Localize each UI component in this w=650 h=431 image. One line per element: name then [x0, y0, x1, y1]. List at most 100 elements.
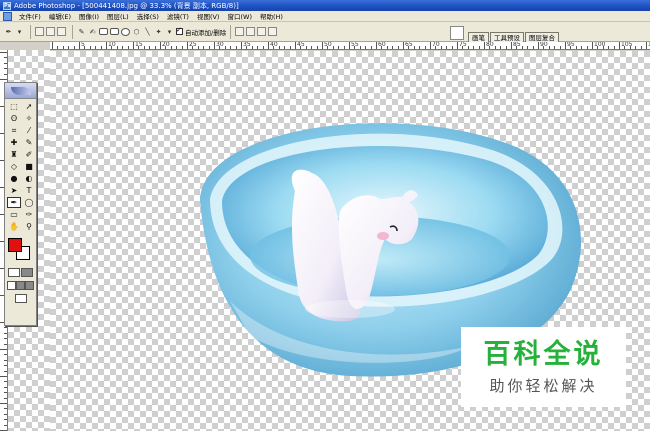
ruler-tick	[4, 354, 7, 356]
ruler-tick	[359, 46, 361, 49]
blur-tool-icon[interactable]: ●	[7, 173, 21, 184]
menu-edit[interactable]: 编辑(E)	[45, 11, 75, 21]
gradient-tool-icon[interactable]: ■	[22, 161, 36, 172]
freeform-pen-icon[interactable]: ✍	[88, 26, 97, 38]
auto-add-delete-checkbox[interactable]	[176, 26, 183, 35]
tab-tool-presets[interactable]: 工具预设	[490, 32, 524, 42]
zoom-tool-icon[interactable]: ⚲	[22, 221, 36, 232]
ruler-tick	[376, 42, 377, 49]
ruler-tick	[554, 46, 556, 49]
marquee-tool-icon[interactable]: ⬚	[7, 101, 21, 112]
eraser-tool-icon[interactable]: ◇	[7, 161, 21, 172]
menu-help[interactable]: 帮助(H)	[256, 11, 287, 21]
menu-layer[interactable]: 图层(L)	[103, 11, 133, 21]
document-control-icon[interactable]	[3, 11, 12, 21]
magic-wand-tool-icon[interactable]: ✧	[22, 113, 36, 124]
ruler-tick	[635, 46, 637, 49]
crop-tool-icon[interactable]: ⌗	[7, 125, 21, 136]
toolbox-header[interactable]	[5, 83, 36, 99]
menu-view[interactable]: 视图(V)	[193, 11, 224, 21]
ruler-tick	[511, 42, 512, 49]
watermark-title: 百科全说	[483, 338, 604, 370]
menu-select[interactable]: 选择(S)	[133, 11, 163, 21]
geometry-options-icon[interactable]: ▾	[165, 26, 174, 38]
quick-mask-mode-icon[interactable]	[21, 268, 34, 277]
menu-file[interactable]: 文件(F)	[15, 11, 45, 21]
dodge-tool-icon[interactable]: ◐	[22, 173, 36, 184]
shape-layers-icon[interactable]	[35, 27, 44, 36]
healing-brush-tool-icon[interactable]: ✚	[7, 137, 21, 148]
slice-tool-icon[interactable]: ⁄	[22, 125, 36, 136]
ruler-tick	[457, 42, 458, 49]
ruler-tick	[4, 370, 7, 372]
menu-window[interactable]: 窗口(W)	[223, 11, 256, 21]
clone-stamp-tool-icon[interactable]: ♜	[7, 149, 21, 160]
ruler-tick	[127, 46, 129, 49]
standard-mode-icon[interactable]	[7, 268, 20, 277]
tab-layer-comps[interactable]: 图层复合	[525, 32, 559, 42]
ruler-tick	[500, 46, 502, 49]
file-browser-icon[interactable]	[450, 26, 464, 40]
path-exclude-icon[interactable]	[268, 27, 278, 36]
ruler-tick	[608, 46, 610, 49]
ellipse-tool-icon[interactable]	[121, 27, 130, 36]
ruler-tick	[57, 46, 59, 49]
type-tool-icon[interactable]: T	[22, 185, 36, 196]
ruler-tick	[0, 376, 7, 377]
ruler-tick	[4, 332, 7, 334]
rectangle-tool-icon[interactable]	[99, 28, 108, 35]
ruler-tick	[289, 46, 291, 49]
ruler-tick	[4, 359, 7, 361]
ruler-tick	[4, 57, 7, 59]
custom-shape-tool-icon[interactable]: ✦	[154, 26, 163, 38]
line-tool-icon[interactable]: ╲	[143, 26, 152, 38]
ruler-tick	[494, 46, 496, 49]
screen-mode-full-icon[interactable]	[25, 281, 34, 290]
eyedropper-tool-icon[interactable]: ✑	[22, 209, 36, 220]
rounded-rectangle-tool-icon[interactable]	[110, 28, 119, 35]
ruler-tick	[338, 46, 340, 49]
ruler-label: 105	[621, 42, 633, 48]
foreground-color-swatch[interactable]	[8, 238, 22, 252]
ruler-tick	[311, 46, 313, 49]
hand-tool-icon[interactable]: ✋	[7, 221, 21, 232]
pen-icon[interactable]: ✎	[77, 26, 86, 38]
fill-pixels-icon[interactable]	[57, 27, 66, 36]
ruler-label: 75	[459, 42, 467, 48]
menu-image[interactable]: 图像(I)	[75, 11, 103, 21]
shape-tool-icon[interactable]: ◯	[22, 197, 36, 208]
ruler-tick	[4, 397, 7, 399]
tab-brushes[interactable]: 画笔	[468, 32, 489, 42]
screen-mode-full-menu-icon[interactable]	[16, 281, 25, 290]
paths-icon[interactable]	[46, 27, 55, 36]
ruler-tick	[4, 386, 7, 388]
brush-tool-icon[interactable]: ✎	[22, 137, 36, 148]
notes-tool-icon[interactable]: ▭	[7, 209, 21, 220]
ruler-tick	[106, 42, 107, 49]
screen-mode-standard-icon[interactable]	[7, 281, 16, 290]
menu-filter[interactable]: 滤镜(T)	[163, 11, 193, 21]
pen-tool-active-icon[interactable]: ✒	[7, 197, 21, 208]
lasso-tool-icon[interactable]: ʘ	[7, 113, 21, 124]
ruler-tick	[305, 46, 307, 49]
ruler-tick	[505, 46, 507, 49]
ruler-tick	[430, 42, 431, 49]
jump-to-imageready-icon[interactable]	[14, 294, 27, 303]
path-combine-icon[interactable]	[235, 27, 245, 36]
dropdown-arrow-icon[interactable]: ▾	[15, 26, 24, 38]
move-tool-icon[interactable]: ➚	[22, 101, 36, 112]
polygon-tool-icon[interactable]: ⬡	[132, 26, 141, 38]
ruler-label: 15	[135, 42, 143, 48]
path-subtract-icon[interactable]	[246, 27, 256, 36]
ruler-tick	[316, 46, 318, 49]
path-intersect-icon[interactable]	[257, 27, 267, 36]
document-canvas[interactable]: 百科全说 助你轻松解决	[50, 51, 650, 431]
ruler-tick	[262, 46, 264, 49]
ruler-tick	[284, 46, 286, 49]
ruler-tick	[181, 46, 183, 49]
ruler-tick	[4, 68, 7, 70]
path-selection-tool-icon[interactable]: ➤	[7, 185, 21, 196]
ruler-tick	[467, 46, 469, 49]
history-brush-tool-icon[interactable]: ✐	[22, 149, 36, 160]
pen-tool-icon[interactable]: ✒	[4, 26, 13, 38]
